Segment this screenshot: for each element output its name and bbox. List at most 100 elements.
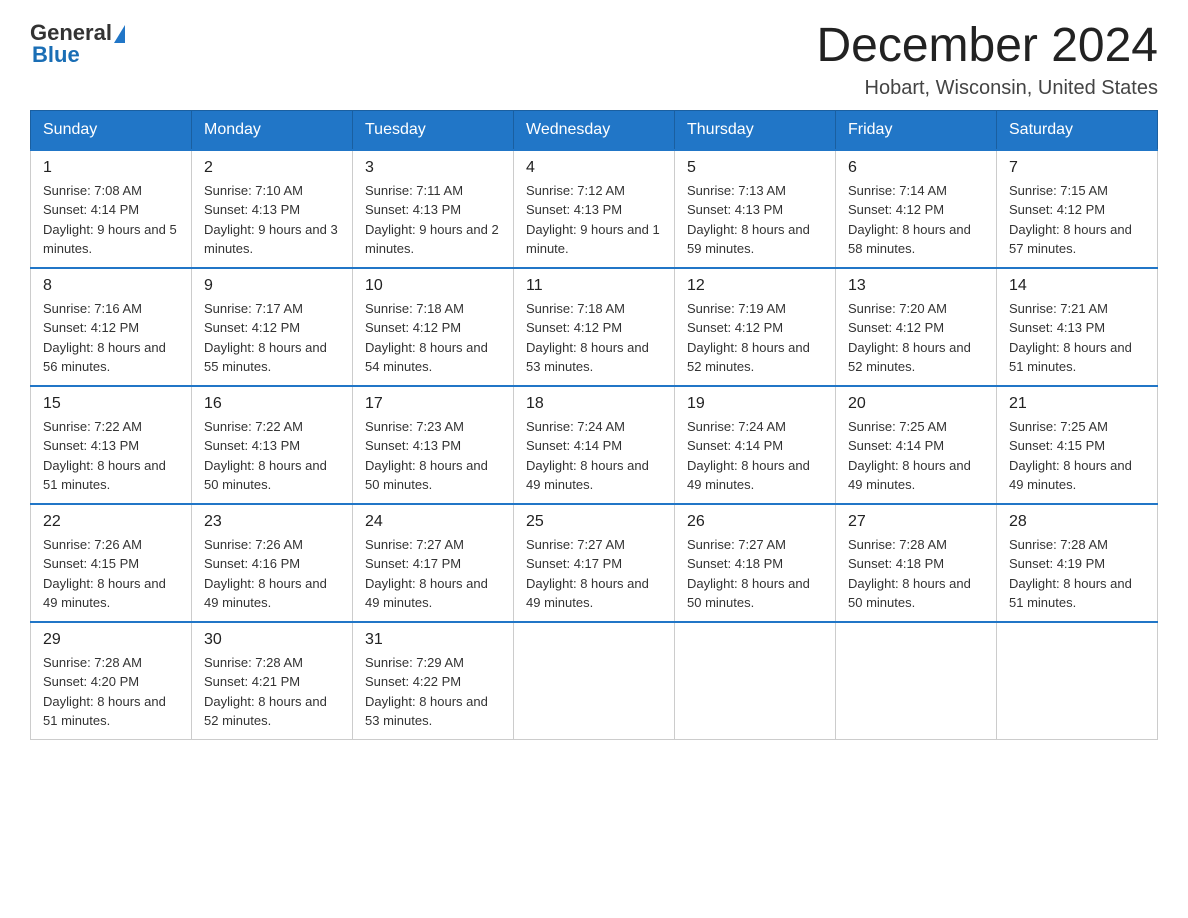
day-number: 31 xyxy=(365,631,501,649)
day-number: 28 xyxy=(1009,513,1145,531)
calendar-cell: 15 Sunrise: 7:22 AMSunset: 4:13 PMDaylig… xyxy=(31,386,192,504)
day-info: Sunrise: 7:25 AMSunset: 4:15 PMDaylight:… xyxy=(1009,417,1145,495)
calendar-cell: 12 Sunrise: 7:19 AMSunset: 4:12 PMDaylig… xyxy=(675,268,836,386)
day-info: Sunrise: 7:11 AMSunset: 4:13 PMDaylight:… xyxy=(365,181,501,259)
logo: General Blue xyxy=(30,20,125,68)
day-info: Sunrise: 7:20 AMSunset: 4:12 PMDaylight:… xyxy=(848,299,984,377)
calendar-cell xyxy=(514,622,675,740)
calendar-header-row: SundayMondayTuesdayWednesdayThursdayFrid… xyxy=(31,110,1158,150)
day-number: 2 xyxy=(204,159,340,177)
day-number: 17 xyxy=(365,395,501,413)
calendar-week-row: 29 Sunrise: 7:28 AMSunset: 4:20 PMDaylig… xyxy=(31,622,1158,740)
day-info: Sunrise: 7:28 AMSunset: 4:18 PMDaylight:… xyxy=(848,535,984,613)
calendar-cell: 23 Sunrise: 7:26 AMSunset: 4:16 PMDaylig… xyxy=(192,504,353,622)
day-number: 12 xyxy=(687,277,823,295)
day-number: 27 xyxy=(848,513,984,531)
logo-blue-text: Blue xyxy=(32,42,80,68)
calendar-cell xyxy=(675,622,836,740)
calendar-cell: 4 Sunrise: 7:12 AMSunset: 4:13 PMDayligh… xyxy=(514,150,675,268)
day-info: Sunrise: 7:24 AMSunset: 4:14 PMDaylight:… xyxy=(526,417,662,495)
day-number: 25 xyxy=(526,513,662,531)
day-info: Sunrise: 7:23 AMSunset: 4:13 PMDaylight:… xyxy=(365,417,501,495)
day-info: Sunrise: 7:18 AMSunset: 4:12 PMDaylight:… xyxy=(526,299,662,377)
day-number: 24 xyxy=(365,513,501,531)
day-number: 21 xyxy=(1009,395,1145,413)
day-info: Sunrise: 7:25 AMSunset: 4:14 PMDaylight:… xyxy=(848,417,984,495)
header-monday: Monday xyxy=(192,110,353,150)
calendar-cell: 26 Sunrise: 7:27 AMSunset: 4:18 PMDaylig… xyxy=(675,504,836,622)
day-info: Sunrise: 7:22 AMSunset: 4:13 PMDaylight:… xyxy=(204,417,340,495)
calendar-cell: 21 Sunrise: 7:25 AMSunset: 4:15 PMDaylig… xyxy=(997,386,1158,504)
day-info: Sunrise: 7:22 AMSunset: 4:13 PMDaylight:… xyxy=(43,417,179,495)
day-number: 11 xyxy=(526,277,662,295)
day-info: Sunrise: 7:21 AMSunset: 4:13 PMDaylight:… xyxy=(1009,299,1145,377)
day-number: 1 xyxy=(43,159,179,177)
day-info: Sunrise: 7:27 AMSunset: 4:17 PMDaylight:… xyxy=(365,535,501,613)
calendar-week-row: 1 Sunrise: 7:08 AMSunset: 4:14 PMDayligh… xyxy=(31,150,1158,268)
calendar-cell: 3 Sunrise: 7:11 AMSunset: 4:13 PMDayligh… xyxy=(353,150,514,268)
day-info: Sunrise: 7:27 AMSunset: 4:18 PMDaylight:… xyxy=(687,535,823,613)
logo-triangle-icon xyxy=(114,25,125,43)
calendar-cell xyxy=(836,622,997,740)
day-number: 26 xyxy=(687,513,823,531)
day-number: 15 xyxy=(43,395,179,413)
calendar-cell: 7 Sunrise: 7:15 AMSunset: 4:12 PMDayligh… xyxy=(997,150,1158,268)
calendar-cell: 9 Sunrise: 7:17 AMSunset: 4:12 PMDayligh… xyxy=(192,268,353,386)
calendar-cell: 25 Sunrise: 7:27 AMSunset: 4:17 PMDaylig… xyxy=(514,504,675,622)
day-info: Sunrise: 7:10 AMSunset: 4:13 PMDaylight:… xyxy=(204,181,340,259)
header-saturday: Saturday xyxy=(997,110,1158,150)
calendar-cell: 10 Sunrise: 7:18 AMSunset: 4:12 PMDaylig… xyxy=(353,268,514,386)
day-number: 6 xyxy=(848,159,984,177)
day-number: 8 xyxy=(43,277,179,295)
day-number: 9 xyxy=(204,277,340,295)
calendar-cell: 5 Sunrise: 7:13 AMSunset: 4:13 PMDayligh… xyxy=(675,150,836,268)
day-number: 20 xyxy=(848,395,984,413)
day-info: Sunrise: 7:08 AMSunset: 4:14 PMDaylight:… xyxy=(43,181,179,259)
day-info: Sunrise: 7:16 AMSunset: 4:12 PMDaylight:… xyxy=(43,299,179,377)
calendar-cell: 20 Sunrise: 7:25 AMSunset: 4:14 PMDaylig… xyxy=(836,386,997,504)
calendar-cell: 29 Sunrise: 7:28 AMSunset: 4:20 PMDaylig… xyxy=(31,622,192,740)
title-area: December 2024 Hobart, Wisconsin, United … xyxy=(816,20,1158,100)
day-info: Sunrise: 7:12 AMSunset: 4:13 PMDaylight:… xyxy=(526,181,662,259)
month-title: December 2024 xyxy=(816,20,1158,73)
calendar-cell: 22 Sunrise: 7:26 AMSunset: 4:15 PMDaylig… xyxy=(31,504,192,622)
calendar-cell: 18 Sunrise: 7:24 AMSunset: 4:14 PMDaylig… xyxy=(514,386,675,504)
day-info: Sunrise: 7:24 AMSunset: 4:14 PMDaylight:… xyxy=(687,417,823,495)
calendar-cell: 17 Sunrise: 7:23 AMSunset: 4:13 PMDaylig… xyxy=(353,386,514,504)
day-number: 14 xyxy=(1009,277,1145,295)
header-wednesday: Wednesday xyxy=(514,110,675,150)
calendar-cell: 1 Sunrise: 7:08 AMSunset: 4:14 PMDayligh… xyxy=(31,150,192,268)
day-number: 7 xyxy=(1009,159,1145,177)
day-info: Sunrise: 7:26 AMSunset: 4:15 PMDaylight:… xyxy=(43,535,179,613)
day-number: 30 xyxy=(204,631,340,649)
location-title: Hobart, Wisconsin, United States xyxy=(816,77,1158,100)
day-info: Sunrise: 7:29 AMSunset: 4:22 PMDaylight:… xyxy=(365,653,501,731)
calendar-cell: 2 Sunrise: 7:10 AMSunset: 4:13 PMDayligh… xyxy=(192,150,353,268)
calendar-cell: 11 Sunrise: 7:18 AMSunset: 4:12 PMDaylig… xyxy=(514,268,675,386)
day-number: 22 xyxy=(43,513,179,531)
day-info: Sunrise: 7:18 AMSunset: 4:12 PMDaylight:… xyxy=(365,299,501,377)
header-friday: Friday xyxy=(836,110,997,150)
day-info: Sunrise: 7:15 AMSunset: 4:12 PMDaylight:… xyxy=(1009,181,1145,259)
page-header: General Blue December 2024 Hobart, Wisco… xyxy=(30,20,1158,100)
day-number: 3 xyxy=(365,159,501,177)
day-info: Sunrise: 7:26 AMSunset: 4:16 PMDaylight:… xyxy=(204,535,340,613)
calendar-cell: 24 Sunrise: 7:27 AMSunset: 4:17 PMDaylig… xyxy=(353,504,514,622)
day-info: Sunrise: 7:14 AMSunset: 4:12 PMDaylight:… xyxy=(848,181,984,259)
calendar-cell: 27 Sunrise: 7:28 AMSunset: 4:18 PMDaylig… xyxy=(836,504,997,622)
header-tuesday: Tuesday xyxy=(353,110,514,150)
day-info: Sunrise: 7:27 AMSunset: 4:17 PMDaylight:… xyxy=(526,535,662,613)
day-info: Sunrise: 7:17 AMSunset: 4:12 PMDaylight:… xyxy=(204,299,340,377)
calendar-cell: 6 Sunrise: 7:14 AMSunset: 4:12 PMDayligh… xyxy=(836,150,997,268)
header-thursday: Thursday xyxy=(675,110,836,150)
day-number: 10 xyxy=(365,277,501,295)
calendar-cell: 16 Sunrise: 7:22 AMSunset: 4:13 PMDaylig… xyxy=(192,386,353,504)
day-number: 19 xyxy=(687,395,823,413)
day-number: 4 xyxy=(526,159,662,177)
day-info: Sunrise: 7:28 AMSunset: 4:20 PMDaylight:… xyxy=(43,653,179,731)
day-number: 29 xyxy=(43,631,179,649)
day-number: 5 xyxy=(687,159,823,177)
calendar-cell: 8 Sunrise: 7:16 AMSunset: 4:12 PMDayligh… xyxy=(31,268,192,386)
calendar-week-row: 8 Sunrise: 7:16 AMSunset: 4:12 PMDayligh… xyxy=(31,268,1158,386)
day-number: 16 xyxy=(204,395,340,413)
